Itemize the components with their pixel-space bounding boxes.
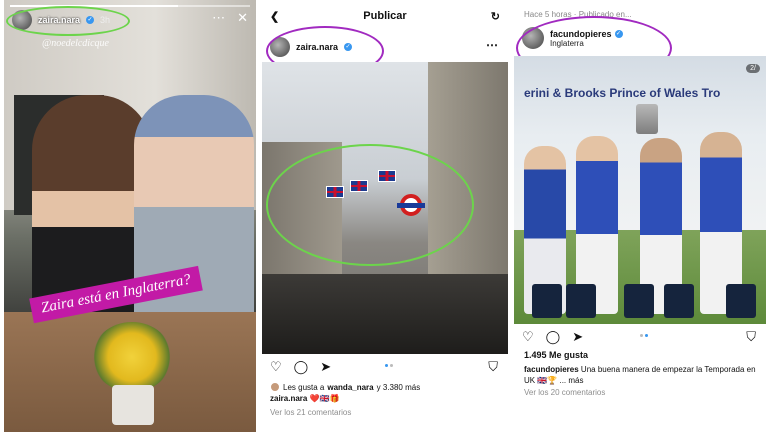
back-icon[interactable]: ❮ (270, 10, 279, 23)
post-meta: Hace 5 horas · Publicado en... (524, 10, 632, 19)
top-bar: ❮ Publicar ↻ (262, 0, 508, 32)
carousel-indicator (385, 364, 397, 367)
share-icon[interactable]: ➤ (572, 329, 583, 345)
post-photo[interactable] (262, 62, 508, 354)
caption-username[interactable]: zaira.nara (270, 394, 307, 403)
view-comments-link[interactable]: Ver los 20 comentarios (514, 386, 766, 399)
trophy (636, 104, 658, 134)
comment-icon[interactable]: ◯ (546, 329, 561, 345)
green-highlight-circle (266, 144, 474, 266)
bookmark-icon[interactable]: ⛉ (488, 359, 498, 375)
comment-icon[interactable]: ◯ (294, 359, 309, 375)
likes-line[interactable]: Les gusta a wanda_nara y 3.380 más (262, 380, 508, 394)
page-title: Publicar (363, 10, 407, 22)
likes-label: Les gusta a (283, 382, 325, 392)
more-icon[interactable]: ⋯ (486, 38, 498, 52)
story-panel: zaira.nara ✓ 3h @noedelcdicque ⋯ ✕ Zaira… (4, 0, 256, 432)
caption-username[interactable]: facundopieres (524, 365, 579, 374)
avatar (270, 382, 280, 392)
carousel-indicator (640, 334, 652, 337)
more-icon[interactable]: ⋯ (212, 10, 225, 26)
likes-user[interactable]: wanda_nara (327, 383, 373, 392)
story-mention[interactable]: @noedelcdicque (42, 38, 109, 49)
event-banner: erini & Brooks Prince of Wales Tro (524, 86, 721, 100)
post-actions: ♡ ◯ ➤ ⛉ (262, 354, 508, 380)
post-actions: ♡ ◯ ➤ ⛉ (514, 324, 766, 350)
page-indicator: 2/ (746, 64, 760, 73)
post-photo[interactable]: erini & Brooks Prince of Wales Tro 2/ (514, 56, 766, 324)
heart-icon[interactable]: ♡ (522, 329, 534, 345)
bookmark-icon[interactable]: ⛉ (746, 329, 756, 345)
refresh-icon[interactable]: ↻ (491, 10, 500, 23)
post-facundo-panel: Hace 5 horas · Publicado en... facundopi… (514, 0, 766, 432)
likes-count[interactable]: 1.495 Me gusta (514, 350, 766, 364)
heart-icon[interactable]: ♡ (270, 359, 282, 375)
share-icon[interactable]: ➤ (320, 359, 331, 375)
caption-text: ❤️🇬🇧🎁 (309, 394, 340, 403)
close-icon[interactable]: ✕ (237, 10, 248, 26)
story-photo (4, 0, 256, 432)
flowers (92, 322, 172, 392)
post-zaira-panel: ❮ Publicar ↻ zaira.nara ✓ ⋯ ♡ ◯ ➤ ⛉ Les … (262, 0, 508, 432)
likes-more[interactable]: y 3.380 más (377, 383, 421, 392)
caption: facundopieres Una buena manera de empeza… (514, 364, 766, 386)
view-comments-link[interactable]: Ver los 21 comentarios (262, 408, 508, 422)
green-highlight-circle (6, 6, 130, 36)
caption: zaira.nara ❤️🇬🇧🎁 (262, 394, 508, 408)
